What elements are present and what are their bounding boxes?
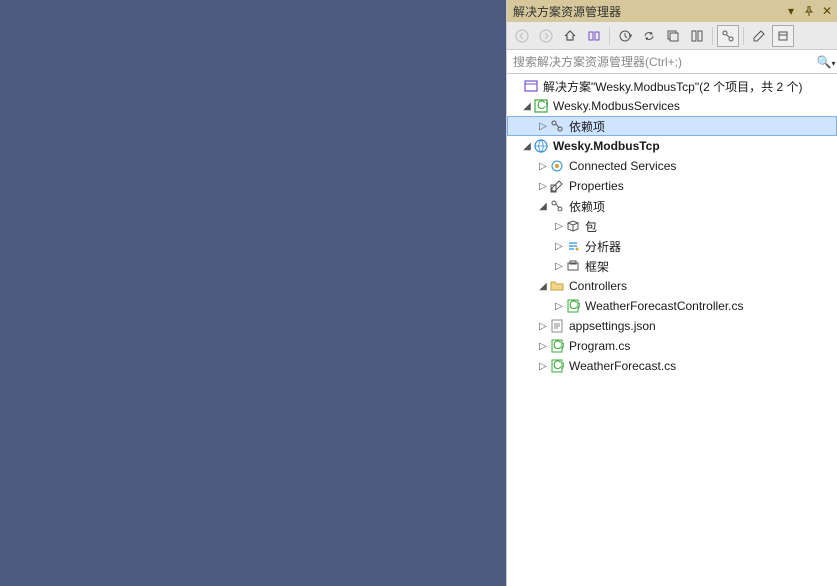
svg-text:C#: C# — [553, 339, 564, 352]
svg-text:C#: C# — [569, 299, 580, 312]
close-icon[interactable]: ✕ — [821, 5, 833, 17]
csharp-file-node[interactable]: ▷ C# WeatherForecastController.cs — [507, 296, 837, 316]
toolbar-separator — [609, 27, 610, 45]
solution-icon — [523, 78, 539, 94]
expand-arrow[interactable]: ▷ — [537, 341, 549, 352]
show-all-files-button[interactable] — [686, 25, 708, 47]
expand-arrow[interactable]: ◢ — [537, 281, 549, 292]
properties-icon — [549, 178, 565, 194]
dependencies-node[interactable]: ◢ 依赖项 — [507, 196, 837, 216]
expand-arrow[interactable]: ▷ — [537, 321, 549, 332]
expand-arrow[interactable]: ▷ — [537, 121, 549, 132]
json-file-icon — [549, 318, 565, 334]
pending-changes-button[interactable]: ▾ — [614, 25, 636, 47]
csharp-file-node[interactable]: ▷ C# Program.cs — [507, 336, 837, 356]
preview-selected-button[interactable] — [717, 25, 739, 47]
toolbar-separator — [743, 27, 744, 45]
analyzers-node[interactable]: ▷ 分析器 — [507, 236, 837, 256]
expand-arrow[interactable]: ▷ — [553, 301, 565, 312]
csharp-file-node[interactable]: ▷ C# WeatherForecast.cs — [507, 356, 837, 376]
packages-node[interactable]: ▷ 包 — [507, 216, 837, 236]
search-input[interactable] — [507, 50, 815, 73]
frameworks-node[interactable]: ▷ 框架 — [507, 256, 837, 276]
expand-arrow[interactable]: ◢ — [537, 201, 549, 212]
svg-text:C#: C# — [537, 99, 548, 112]
expand-arrow[interactable]: ◢ — [521, 101, 533, 112]
dependencies-node[interactable]: ▷ 依赖项 — [507, 116, 837, 136]
expand-arrow[interactable]: ▷ — [537, 181, 549, 192]
switch-views-button[interactable] — [583, 25, 605, 47]
project-node[interactable]: ◢ C# Wesky.ModbusServices — [507, 96, 837, 116]
web-project-icon — [533, 138, 549, 154]
search-icon[interactable]: 🔍▾ — [815, 55, 837, 69]
solution-tree[interactable]: ▸ 解决方案"Wesky.ModbusTcp"(2 个项目，共 2 个) ◢ C… — [507, 74, 837, 586]
view-toggle-button[interactable] — [772, 25, 794, 47]
json-file-node[interactable]: ▷ appsettings.json — [507, 316, 837, 336]
dependencies-icon — [549, 198, 565, 214]
csharp-file-icon: C# — [549, 358, 565, 374]
analyzers-icon — [565, 238, 581, 254]
project-node[interactable]: ◢ Wesky.ModbusTcp — [507, 136, 837, 156]
expand-arrow[interactable]: ▷ — [537, 161, 549, 172]
forward-button[interactable] — [535, 25, 557, 47]
collapse-all-button[interactable] — [662, 25, 684, 47]
toolbar: ▾ — [507, 22, 837, 50]
dependencies-icon — [549, 118, 565, 134]
toolbar-separator — [712, 27, 713, 45]
expand-arrow[interactable]: ▷ — [537, 361, 549, 372]
folder-icon — [549, 278, 565, 294]
csharp-file-icon: C# — [565, 298, 581, 314]
svg-text:C#: C# — [553, 359, 564, 372]
sync-button[interactable] — [638, 25, 660, 47]
expand-arrow[interactable]: ▷ — [553, 221, 565, 232]
dropdown-icon[interactable]: ▾ — [785, 5, 797, 17]
panel-title: 解决方案资源管理器 — [511, 3, 785, 20]
properties-node[interactable]: ▷ Properties — [507, 176, 837, 196]
properties-button[interactable] — [748, 25, 770, 47]
back-button[interactable] — [511, 25, 533, 47]
folder-node[interactable]: ◢ Controllers — [507, 276, 837, 296]
expand-arrow[interactable]: ▷ — [553, 241, 565, 252]
connected-services-node[interactable]: ▷ Connected Services — [507, 156, 837, 176]
expand-arrow[interactable]: ▷ — [553, 261, 565, 272]
pin-icon[interactable] — [803, 5, 815, 17]
package-icon — [565, 218, 581, 234]
csharp-project-icon: C# — [533, 98, 549, 114]
connected-services-icon — [549, 158, 565, 174]
search-row: 🔍▾ — [507, 50, 837, 74]
solution-node[interactable]: ▸ 解决方案"Wesky.ModbusTcp"(2 个项目，共 2 个) — [507, 76, 837, 96]
home-button[interactable] — [559, 25, 581, 47]
csharp-file-icon: C# — [549, 338, 565, 354]
framework-icon — [565, 258, 581, 274]
panel-header[interactable]: 解决方案资源管理器 ▾ ✕ — [507, 0, 837, 22]
expand-arrow[interactable]: ◢ — [521, 141, 533, 152]
editor-background — [0, 0, 506, 586]
solution-explorer-panel: 解决方案资源管理器 ▾ ✕ ▾ — [506, 0, 837, 586]
